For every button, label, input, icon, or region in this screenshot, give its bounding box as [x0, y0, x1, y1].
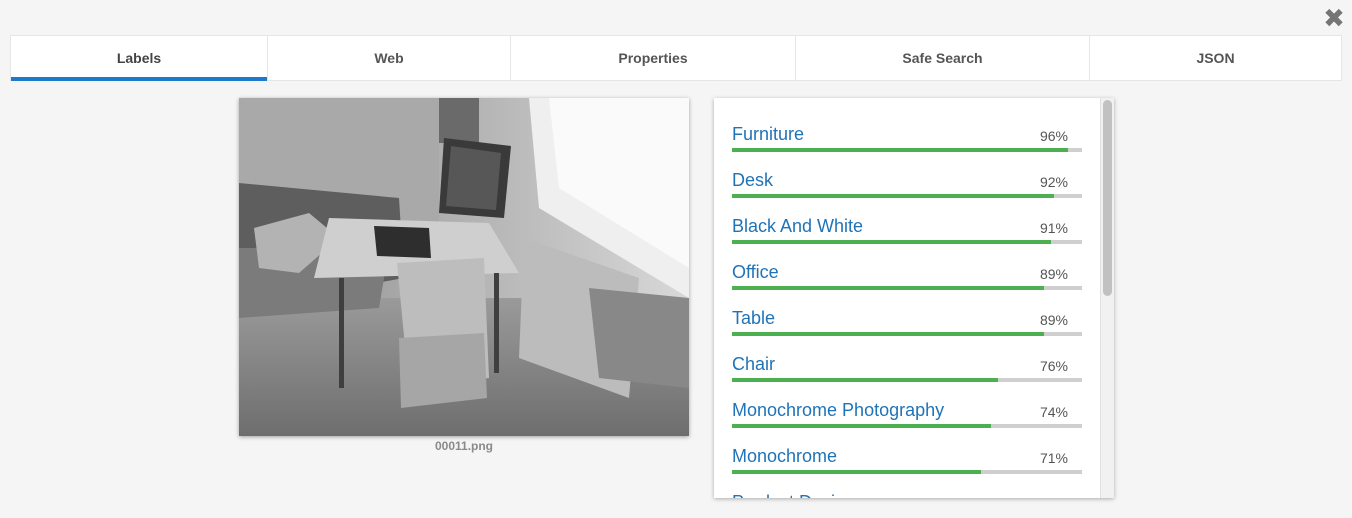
- label-score: 71%: [1039, 450, 1068, 466]
- label-row: Chair 76%: [732, 354, 1082, 400]
- scrollbar[interactable]: [1100, 98, 1114, 498]
- tab-json[interactable]: JSON: [1090, 36, 1341, 80]
- close-icon[interactable]: ✖: [1322, 5, 1346, 31]
- tab-labels[interactable]: Labels: [11, 36, 268, 81]
- confidence-bar-fill: [732, 286, 1044, 290]
- label-name-link[interactable]: Chair: [732, 354, 775, 374]
- label-name-link[interactable]: Office: [732, 262, 779, 282]
- label-score: 89%: [1039, 312, 1068, 328]
- label-name-link[interactable]: Black And White: [732, 216, 863, 236]
- confidence-bar-track: [732, 240, 1082, 244]
- label-row: Product Design: [732, 492, 1082, 498]
- confidence-bar-track: [732, 148, 1082, 152]
- label-score: 92%: [1039, 174, 1068, 190]
- labels-panel: Furniture 96% Desk 92% Black And White 91% Off…: [714, 98, 1114, 498]
- label-row: Monochrome Photography 74%: [732, 400, 1082, 446]
- label-name-link[interactable]: Furniture: [732, 124, 804, 144]
- confidence-bar-track: [732, 378, 1082, 382]
- confidence-bar-fill: [732, 240, 1051, 244]
- tab-web[interactable]: Web: [268, 36, 511, 80]
- confidence-bar-track: [732, 470, 1082, 474]
- confidence-bar-fill: [732, 194, 1054, 198]
- label-row: Monochrome 71%: [732, 446, 1082, 492]
- scrollbar-thumb[interactable]: [1103, 100, 1112, 296]
- grayscale-office-photo: [239, 98, 689, 436]
- label-name-link[interactable]: Table: [732, 308, 775, 328]
- tab-properties[interactable]: Properties: [511, 36, 796, 80]
- confidence-bar-fill: [732, 424, 991, 428]
- label-score: 91%: [1039, 220, 1068, 236]
- confidence-bar-track: [732, 424, 1082, 428]
- confidence-bar-fill: [732, 378, 998, 382]
- confidence-bar-fill: [732, 148, 1068, 152]
- tab-safe-search[interactable]: Safe Search: [796, 36, 1090, 80]
- label-name-link[interactable]: Monochrome: [732, 446, 837, 466]
- confidence-bar-fill: [732, 470, 981, 474]
- label-row: Furniture 96%: [732, 124, 1082, 170]
- confidence-bar-track: [732, 286, 1082, 290]
- label-row: Black And White 91%: [732, 216, 1082, 262]
- label-row: Office 89%: [732, 262, 1082, 308]
- confidence-bar-track: [732, 332, 1082, 336]
- confidence-bar-fill: [732, 332, 1044, 336]
- label-score: 89%: [1039, 266, 1068, 282]
- label-score: 74%: [1039, 404, 1068, 420]
- analyzed-image: [239, 98, 689, 436]
- label-name-link[interactable]: Product Design: [732, 492, 855, 498]
- label-row: Table 89%: [732, 308, 1082, 354]
- label-name-link[interactable]: Monochrome Photography: [732, 400, 944, 420]
- label-score: 96%: [1039, 128, 1068, 144]
- confidence-bar-track: [732, 194, 1082, 198]
- labels-list: Furniture 96% Desk 92% Black And White 91% Off…: [732, 124, 1082, 498]
- label-row: Desk 92%: [732, 170, 1082, 216]
- label-name-link[interactable]: Desk: [732, 170, 773, 190]
- tab-bar: Labels Web Properties Safe Search JSON: [10, 35, 1342, 81]
- label-score: 76%: [1039, 358, 1068, 374]
- image-filename: 00011.png: [434, 439, 494, 453]
